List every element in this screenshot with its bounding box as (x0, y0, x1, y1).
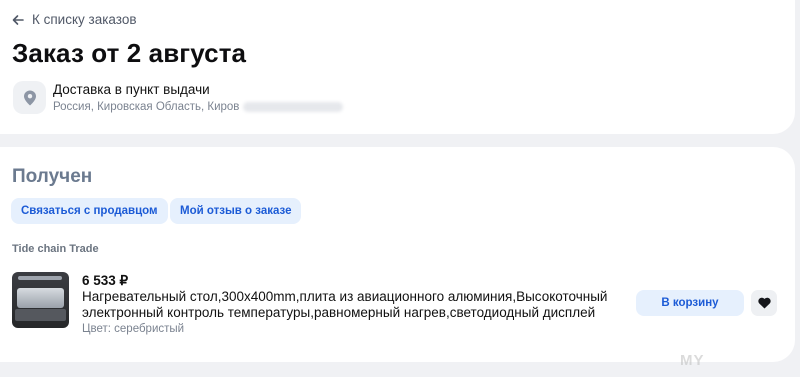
product-name[interactable]: Нагревательный стол,300x400mm,плита из а… (82, 289, 612, 321)
add-to-cart-button[interactable]: В корзину (636, 290, 744, 316)
delivery-address: Россия, Кировская Область, Киров (53, 101, 344, 113)
blurred-address-detail (243, 101, 344, 112)
order-status: Получен (12, 166, 93, 187)
product-image-label (18, 276, 62, 280)
order-header-card: К списку заказов Заказ от 2 августа Дост… (0, 0, 795, 134)
product-image-plate (17, 288, 64, 308)
favorite-button[interactable] (751, 290, 777, 316)
back-to-orders-link[interactable]: К списку заказов (12, 12, 137, 27)
product-image[interactable] (12, 272, 69, 328)
address-text: Россия, Кировская Область, Киров (53, 101, 240, 113)
product-price: 6 533 ₽ (82, 273, 129, 288)
delivery-method: Доставка в пункт выдачи (53, 82, 210, 97)
map-pin-icon (13, 81, 46, 114)
product-image-base (15, 309, 66, 321)
my-review-button[interactable]: Мой отзыв о заказе (170, 198, 302, 224)
heart-icon (757, 297, 771, 309)
arrow-left-icon (12, 14, 24, 25)
watermark: MY (680, 352, 705, 369)
order-status-card: Получен Связаться с продавцом Мой отзыв … (0, 147, 795, 362)
page-title: Заказ от 2 августа (12, 38, 247, 68)
seller-name: Tide chain Trade (12, 243, 99, 255)
back-label: К списку заказов (32, 12, 137, 27)
contact-seller-button[interactable]: Связаться с продавцом (11, 198, 168, 224)
product-color: Цвет: серебристый (82, 323, 185, 335)
